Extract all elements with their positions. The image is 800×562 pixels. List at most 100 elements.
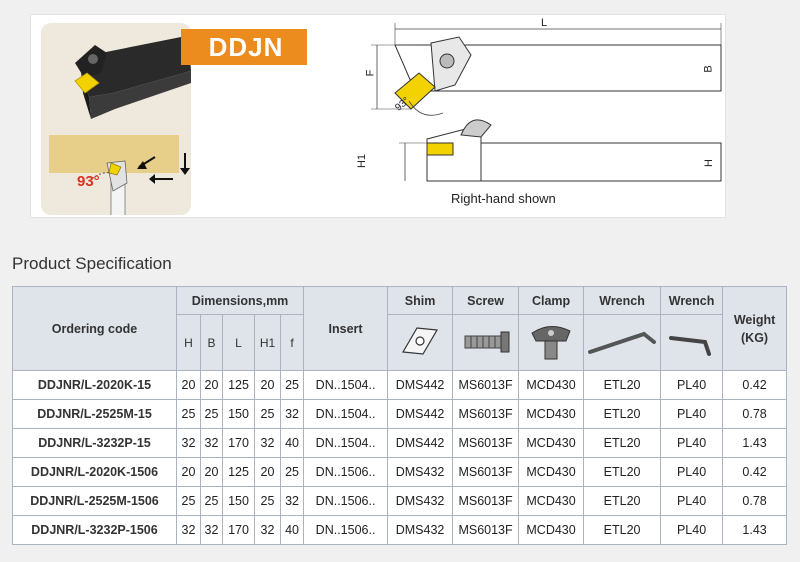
cell-ordering-code: DDJNR/L-2020K-15 [12,370,177,400]
cell-weight: 0.78 [722,399,788,429]
dim-col-L: L [222,314,255,371]
specification-table-body: DDJNR/L-2020K-15 20 20 125 20 25 DN..1504.. DMS… [12,370,788,545]
col-header-wrench-2: Wrench [660,286,724,315]
cell-H: 20 [176,457,201,487]
cell-screw: MS6013F [452,457,520,487]
cell-wrench-2: PL40 [660,428,724,458]
cell-H: 32 [176,428,201,458]
table-row: DDJNR/L-3232P-15 32 32 170 32 40 DN..1504.. DMS… [12,428,788,458]
cell-ordering-code: DDJNR/L-2020K-1506 [12,457,177,487]
cell-insert: DN..1506.. [303,486,389,516]
cell-screw: MS6013F [452,515,520,545]
cell-weight: 0.42 [722,370,788,400]
wrench-2-icon-cell [660,314,724,371]
cell-insert: DN..1504.. [303,399,389,429]
l-wrench-icon [668,336,711,356]
product-photo-card: 93° [41,23,191,215]
cell-H: 25 [176,399,201,429]
weight-unit: (KG) [741,330,769,345]
cell-clamp: MCD430 [518,457,585,487]
cell-f: 32 [279,399,305,429]
col-header-weight: Weight (KG) [722,286,788,371]
cell-screw: MS6013F [452,399,520,429]
tool-holder-photo [49,37,191,215]
dim-label-H1: H1 [356,153,369,169]
cell-H1: 20 [254,457,281,487]
col-header-screw: Screw [452,286,520,315]
cell-shim: DMS432 [387,457,454,487]
cell-insert: DN..1506.. [303,457,389,487]
col-header-clamp: Clamp [518,286,585,315]
table-row: DDJNR/L-2525M-15 25 25 150 25 32 DN..1504.. DMS… [12,399,788,429]
cell-shim: DMS442 [387,428,454,458]
cell-H1: 32 [254,428,281,458]
cell-f: 40 [279,515,305,545]
dim-label-F: F [364,69,377,77]
cell-weight: 1.43 [722,515,788,545]
table-row: DDJNR/L-2020K-15 20 20 125 20 25 DN..1504.. DMS… [12,370,788,400]
cell-screw: MS6013F [452,370,520,400]
cell-B: 20 [200,457,223,487]
cell-screw: MS6013F [452,486,520,516]
cell-B: 32 [200,428,223,458]
cell-weight: 0.78 [722,486,788,516]
col-header-shim: Shim [387,286,454,315]
section-title: Product Specification [12,254,172,273]
cell-ordering-code: DDJNR/L-2525M-15 [12,399,177,429]
cell-wrench: ETL20 [583,428,662,458]
cell-weight: 1.43 [722,428,788,458]
cell-L: 125 [222,457,255,487]
specification-table: Ordering code Dimensions,mm Insert Shim … [12,286,788,545]
cell-f: 32 [279,486,305,516]
product-series-title: DDJN [208,32,284,62]
cell-L: 150 [222,486,255,516]
dim-col-H1: H1 [254,314,281,371]
cell-screw: MS6013F [452,428,520,458]
cell-wrench: ETL20 [583,515,662,545]
cell-shim: DMS442 [387,399,454,429]
cell-f: 25 [279,457,305,487]
col-header-ordering-code: Ordering code [12,286,177,371]
cell-H1: 20 [254,370,281,400]
hex-key-wrench-icon [588,332,657,354]
cell-insert: DN..1504.. [303,428,389,458]
cell-ordering-code: DDJNR/L-2525M-1506 [12,486,177,516]
cell-weight: 0.42 [722,457,788,487]
cell-wrench-2: PL40 [660,399,724,429]
clamp-icon [531,326,571,360]
table-row: DDJNR/L-2525M-1506 25 25 150 25 32 DN..1506.. D… [12,486,788,516]
cell-shim: DMS432 [387,515,454,545]
cell-insert: DN..1504.. [303,370,389,400]
dim-col-H: H [176,314,201,371]
cell-L: 170 [222,428,255,458]
cell-wrench-2: PL40 [660,515,724,545]
clamp-icon-cell [518,314,585,371]
cell-clamp: MCD430 [518,399,585,429]
dim-label-H: H [702,159,715,167]
shim-icon-cell [387,314,454,371]
cell-clamp: MCD430 [518,515,585,545]
screw-icon-cell [452,314,520,371]
cell-wrench: ETL20 [583,457,662,487]
cell-H1: 25 [254,486,281,516]
cell-wrench: ETL20 [583,486,662,516]
cell-L: 150 [222,399,255,429]
dim-label-L: L [541,17,548,29]
cell-clamp: MCD430 [518,428,585,458]
col-header-dimensions: Dimensions,mm [175,286,305,315]
cell-f: 40 [279,428,305,458]
cell-L: 170 [222,515,255,545]
drawing-caption: Right-hand shown [451,191,556,206]
cell-insert: DN..1506.. [303,515,389,545]
dim-col-B: B [200,314,223,371]
cell-H: 32 [176,515,201,545]
screw-icon [464,331,510,353]
cell-B: 32 [200,515,223,545]
cell-f: 25 [279,370,305,400]
dim-label-B: B [702,65,715,73]
cell-ordering-code: DDJNR/L-3232P-1506 [12,515,177,545]
cell-B: 25 [200,399,223,429]
cell-clamp: MCD430 [518,370,585,400]
cell-B: 20 [200,370,223,400]
cell-wrench-2: PL40 [660,457,724,487]
